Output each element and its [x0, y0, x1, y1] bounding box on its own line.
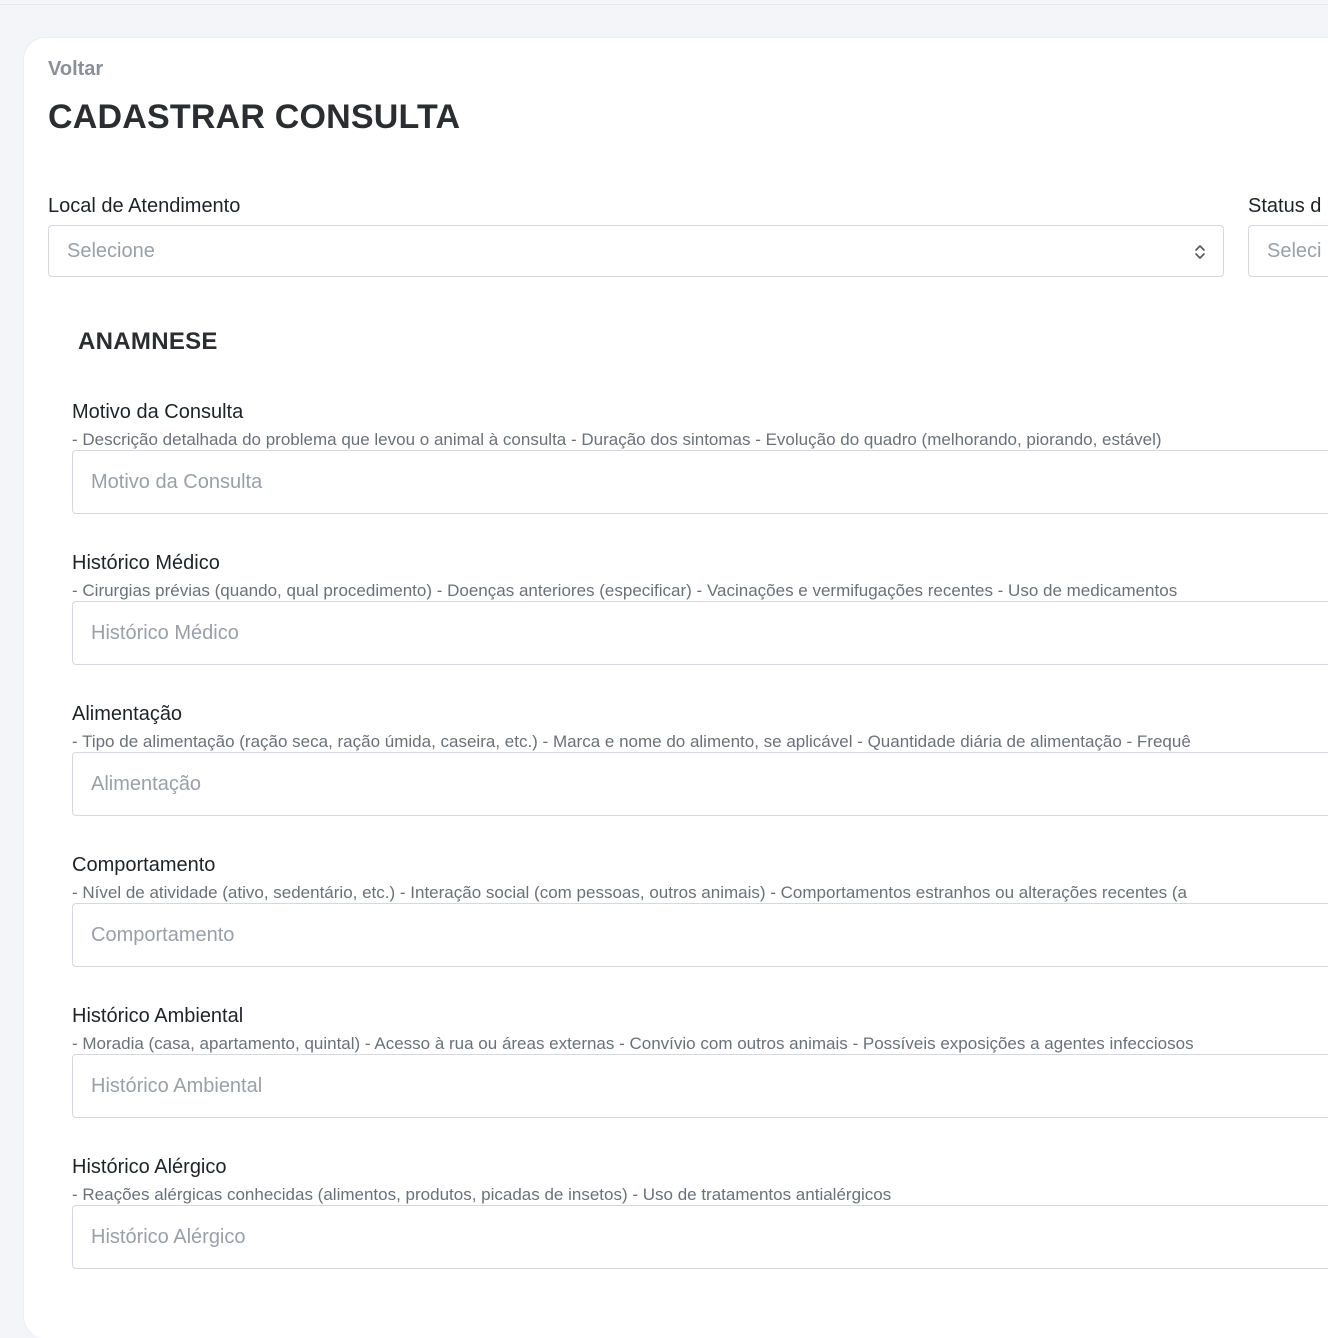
historico-medico-input[interactable]: Histórico Médico: [72, 601, 1328, 665]
field-hint: - Moradia (casa, apartamento, quintal) -…: [72, 1034, 1194, 1053]
status-placeholder: Seleci: [1267, 240, 1322, 262]
field-hint: - Reações alérgicas conhecidas (alimento…: [72, 1185, 892, 1204]
page-title: CADASTRAR CONSULTA: [48, 98, 461, 136]
local-atendimento-select[interactable]: Selecione: [48, 225, 1224, 277]
section-title-anamnese: ANAMNESE: [78, 328, 218, 355]
top-divider: [0, 0, 1328, 5]
field-label: Histórico Alérgico: [72, 1156, 227, 1178]
chevron-up-down-icon: [1195, 245, 1205, 259]
field-hint: - Descrição detalhada do problema que le…: [72, 430, 1162, 449]
field-label: Histórico Médico: [72, 552, 220, 574]
field-hint: - Nível de atividade (ativo, sedentário,…: [72, 883, 1187, 902]
local-atendimento-label: Local de Atendimento: [48, 195, 241, 217]
field-hint: - Tipo de alimentação (ração seca, ração…: [72, 732, 1191, 751]
alimentacao-input[interactable]: Alimentação: [72, 752, 1328, 816]
local-atendimento-placeholder: Selecione: [67, 240, 155, 262]
motivo-consulta-input[interactable]: Motivo da Consulta: [72, 450, 1328, 514]
field-label: Alimentação: [72, 703, 183, 725]
field-label: Comportamento: [72, 854, 216, 876]
back-link[interactable]: Voltar: [48, 58, 103, 81]
comportamento-input[interactable]: Comportamento: [72, 903, 1328, 967]
field-label: Histórico Ambiental: [72, 1005, 244, 1027]
form-card: Voltar CADASTRAR CONSULTA Local de Atend…: [23, 37, 1328, 1338]
field-label: Motivo da Consulta: [72, 401, 244, 423]
historico-alergico-input[interactable]: Histórico Alérgico: [72, 1205, 1328, 1269]
historico-ambiental-input[interactable]: Histórico Ambiental: [72, 1054, 1328, 1118]
status-label: Status d: [1248, 195, 1322, 217]
field-hint: - Cirurgias prévias (quando, qual proced…: [72, 581, 1178, 600]
status-select[interactable]: Seleci: [1248, 225, 1328, 277]
